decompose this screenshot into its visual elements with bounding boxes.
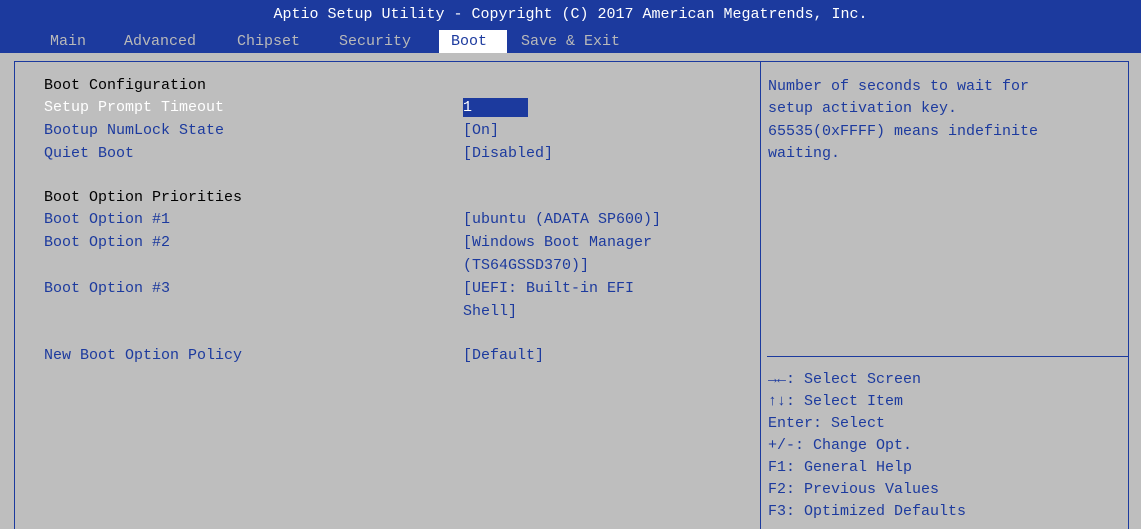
quiet-boot-value[interactable]: [Disabled]: [463, 144, 553, 164]
section-boot-configuration: Boot Configuration: [44, 77, 207, 94]
key-hint-change-opt: +/-: Change Opt.: [768, 437, 913, 454]
boot-option-3-value-line1[interactable]: [UEFI: Built-in EFI: [463, 279, 634, 299]
new-boot-option-policy-value[interactable]: [Default]: [463, 346, 544, 366]
tab-chipset[interactable]: Chipset: [237, 30, 300, 53]
quiet-boot-label[interactable]: Quiet Boot: [44, 144, 134, 164]
boot-option-3-label[interactable]: Boot Option #3: [44, 279, 170, 299]
setup-prompt-timeout-input[interactable]: 1: [463, 98, 528, 117]
bios-header: Aptio Setup Utility - Copyright (C) 2017…: [0, 0, 1141, 53]
key-hint-optimized-defaults: F3: Optimized Defaults: [768, 503, 967, 520]
tab-main[interactable]: Main: [50, 30, 86, 53]
key-hint-select-item: ↑↓: Select Item: [768, 393, 904, 410]
boot-option-3-value-line2[interactable]: Shell]: [463, 302, 517, 322]
setup-prompt-timeout-label[interactable]: Setup Prompt Timeout: [44, 98, 224, 118]
help-line: 65535(0xFFFF) means indefinite: [768, 123, 1039, 140]
app-title: Aptio Setup Utility - Copyright (C) 2017…: [273, 6, 868, 23]
boot-option-1-label[interactable]: Boot Option #1: [44, 210, 170, 230]
key-hint-general-help: F1: General Help: [768, 459, 913, 476]
boot-option-2-value-line2[interactable]: (TS64GSSD370)]: [463, 256, 589, 276]
tab-save-exit[interactable]: Save & Exit: [521, 30, 620, 53]
bootup-numlock-state-label[interactable]: Bootup NumLock State: [44, 121, 224, 141]
help-line: setup activation key.: [768, 100, 958, 117]
help-separator: [767, 356, 1129, 357]
section-boot-option-priorities: Boot Option Priorities: [44, 189, 243, 206]
help-line: Number of seconds to wait for: [768, 78, 1030, 95]
boot-option-1-value[interactable]: [ubuntu (ADATA SP600)]: [463, 210, 661, 230]
boot-option-2-value-line1[interactable]: [Windows Boot Manager: [463, 233, 652, 253]
bootup-numlock-state-value[interactable]: [On]: [463, 121, 499, 141]
key-hint-previous-values: F2: Previous Values: [768, 481, 940, 498]
new-boot-option-policy-label[interactable]: New Boot Option Policy: [44, 346, 242, 366]
key-hint-select-screen: →←: Select Screen: [768, 371, 922, 388]
tab-advanced[interactable]: Advanced: [124, 30, 196, 53]
tab-boot[interactable]: Boot: [439, 30, 507, 53]
key-hint-enter: Enter: Select: [768, 415, 886, 432]
help-line: waiting.: [768, 145, 841, 162]
panel-divider: [760, 61, 761, 529]
tab-security[interactable]: Security: [339, 30, 411, 53]
boot-option-2-label[interactable]: Boot Option #2: [44, 233, 170, 253]
